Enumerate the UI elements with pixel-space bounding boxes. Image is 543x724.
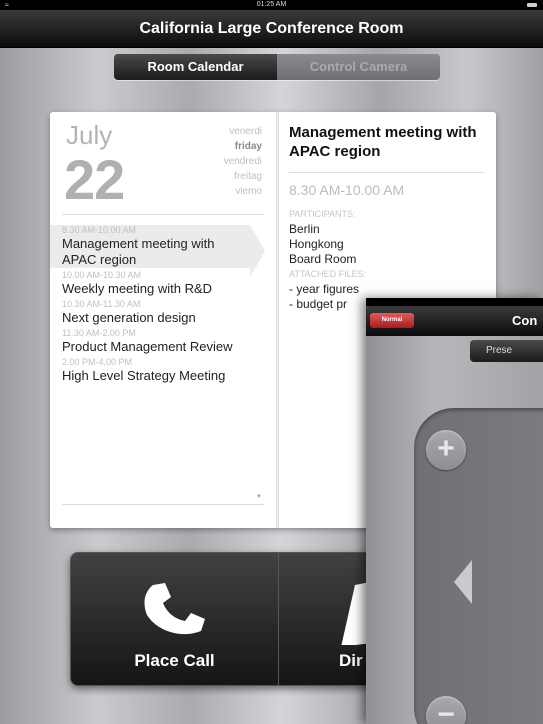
event-list: 8.30 AM-10.00 AM Management meeting with…: [50, 225, 272, 386]
weekday-german: freitag: [234, 171, 262, 182]
event-time: 2.00 PM-4.00 PM: [62, 357, 133, 367]
event-time: 11.30 AM-2.00 PM: [62, 328, 136, 338]
calendar-day-number: 22: [64, 148, 125, 211]
zoom-out-button[interactable]: −: [426, 696, 466, 724]
arrow-left-icon[interactable]: [454, 560, 472, 604]
zoom-in-button[interactable]: +: [426, 430, 466, 470]
place-call-label: Place Call: [134, 651, 215, 670]
overlay-title: Con: [512, 313, 538, 328]
overlay-title-bar: Normal Con: [366, 306, 543, 336]
participant: Hongkong: [289, 237, 344, 251]
event-time: 10.30 AM-11.30 AM: [62, 299, 141, 309]
weekday-french: vendredi: [223, 156, 262, 167]
phone-icon: [144, 583, 205, 635]
event-name: High Level Strategy Meeting: [62, 368, 226, 383]
weekday-other: viemo: [235, 186, 262, 197]
overlay-status-bar: [366, 298, 543, 306]
divider: [62, 214, 264, 215]
event-time: 10.00 AM-10.30 AM: [62, 270, 142, 280]
status-time: 01:25 AM: [256, 1, 287, 8]
scroll-down-icon[interactable]: ▼: [256, 494, 262, 500]
title-bar: California Large Conference Room: [0, 10, 543, 48]
attached-file-link[interactable]: - year figures: [289, 282, 359, 297]
detail-time: 8.30 AM-10.00 AM: [289, 182, 405, 198]
weekday-english: friday: [234, 141, 262, 152]
attached-file-link[interactable]: - budget pr: [289, 297, 347, 312]
tab-presets[interactable]: Prese: [470, 340, 543, 362]
camera-control-pad: + −: [414, 408, 543, 724]
place-call-button[interactable]: Place Call: [71, 553, 278, 685]
event-item-selected[interactable]: 8.30 AM-10.00 AM Management meeting with…: [50, 225, 265, 277]
divider: [62, 504, 264, 505]
view-tabs: Room Calendar Control Camera: [114, 54, 440, 80]
weekday-names: venerdi friday vendredi freitag viemo: [224, 124, 262, 199]
event-item[interactable]: 11.30 AM-2.00 PM Product Management Revi…: [62, 328, 272, 355]
participant: Board Room: [289, 252, 357, 266]
event-item[interactable]: 2.00 PM-4.00 PM High Level Strategy Meet…: [62, 357, 272, 384]
event-item[interactable]: 10.30 AM-11.30 AM Next generation design: [62, 299, 272, 326]
event-name: Product Management Review: [62, 339, 233, 354]
participant: Berlin: [289, 222, 320, 236]
event-name: Next generation design: [62, 310, 196, 325]
calendar-day-page: July 22 venerdi friday vendredi freitag …: [50, 112, 276, 528]
participants-label: PARTICIPANTS:: [289, 209, 356, 219]
room-title: California Large Conference Room: [139, 20, 404, 37]
attached-files-label: ATTACHED FILES:: [289, 269, 367, 279]
tab-room-calendar[interactable]: Room Calendar: [114, 54, 277, 80]
event-time: 8.30 AM-10.00 AM: [62, 225, 137, 235]
divider: [289, 172, 485, 173]
event-item[interactable]: 10.00 AM-10.30 AM Weekly meeting with R&…: [62, 270, 272, 297]
weekday-italian: venerdi: [229, 126, 262, 137]
normal-button[interactable]: Normal: [370, 313, 414, 328]
event-name: Management meeting with APAC region: [62, 236, 215, 267]
detail-title: Management meeting with APAC region: [289, 124, 477, 160]
battery-icon: [527, 3, 537, 7]
camera-control-panel: Normal Con Prese + −: [366, 298, 543, 724]
tab-control-camera[interactable]: Control Camera: [277, 54, 440, 80]
event-name: Weekly meeting with R&D: [62, 281, 213, 296]
status-bar: ≈ 01:25 AM: [0, 0, 543, 10]
